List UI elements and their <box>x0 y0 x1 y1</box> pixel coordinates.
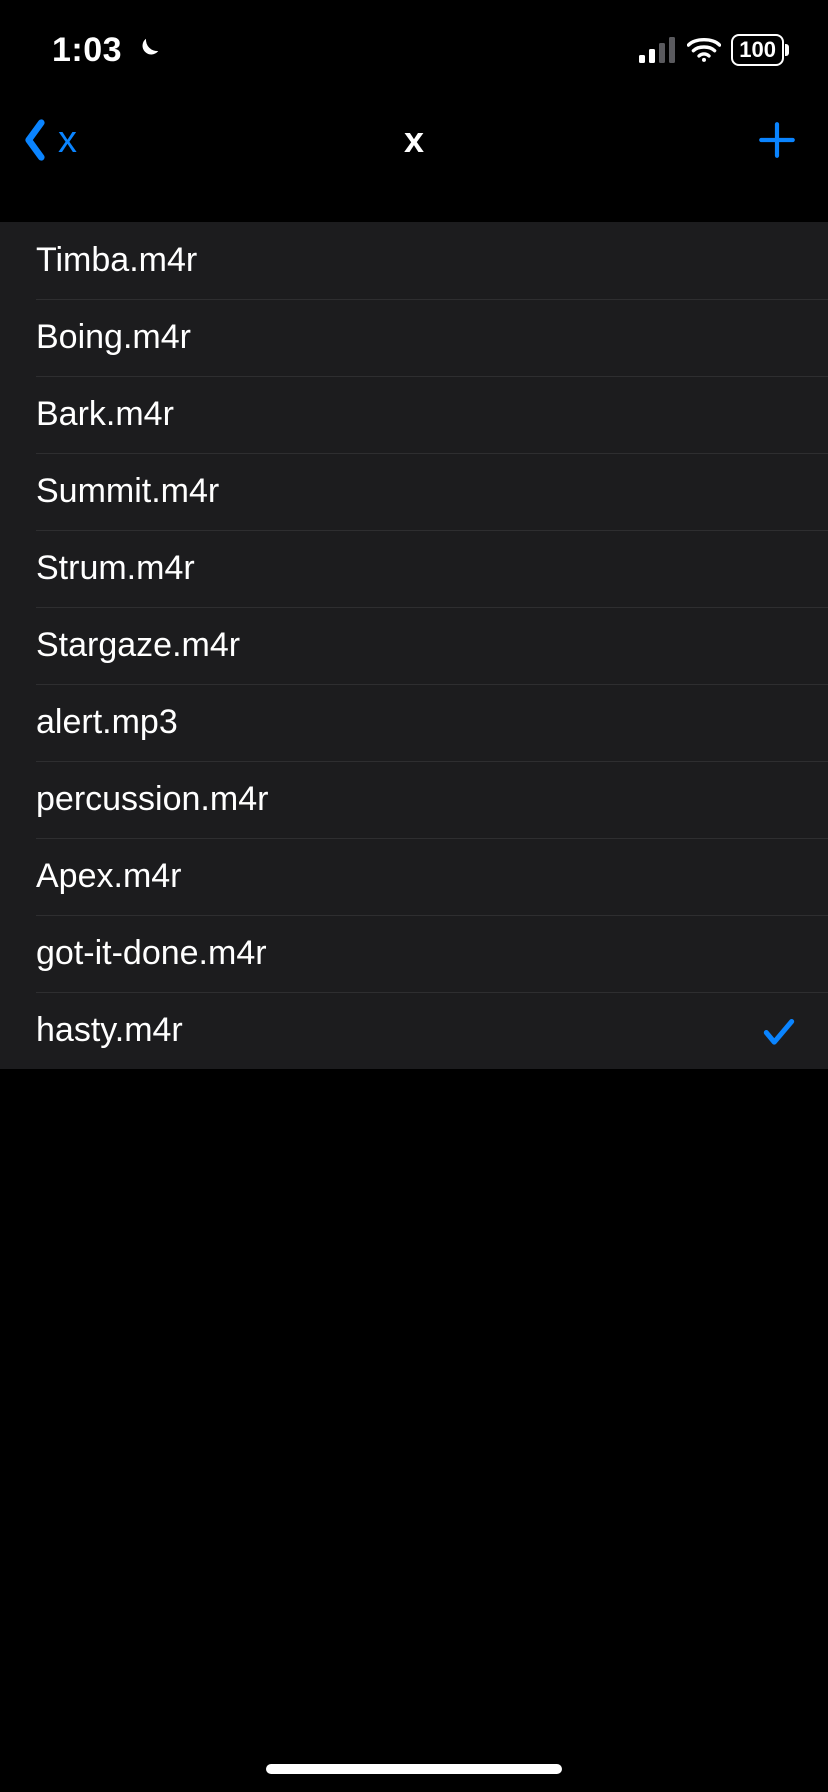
list-item-label: Strum.m4r <box>36 549 195 588</box>
moon-icon <box>132 35 162 65</box>
list-item[interactable]: percussion.m4r <box>0 761 828 838</box>
back-button[interactable]: x <box>20 118 77 162</box>
list-item-label: Boing.m4r <box>36 318 191 357</box>
list-item[interactable]: Summit.m4r <box>0 453 828 530</box>
checkmark-icon <box>760 1012 798 1050</box>
list-item[interactable]: alert.mp3 <box>0 684 828 761</box>
file-list: Timba.m4r Boing.m4r Bark.m4r Summit.m4r Stru… <box>0 222 828 1069</box>
battery-indicator: 100 <box>731 34 784 66</box>
status-time: 1:03 <box>52 31 122 70</box>
list-item[interactable]: Bark.m4r <box>0 376 828 453</box>
list-item-label: Stargaze.m4r <box>36 626 240 665</box>
status-bar: 1:03 100 <box>0 0 828 100</box>
list-item-label: Summit.m4r <box>36 472 219 511</box>
list-item[interactable]: got-it-done.m4r <box>0 915 828 992</box>
list-item[interactable]: Stargaze.m4r <box>0 607 828 684</box>
cellular-icon <box>639 37 677 63</box>
add-button[interactable] <box>756 119 798 161</box>
chevron-left-icon <box>20 118 50 162</box>
list-item-label: Apex.m4r <box>36 857 182 896</box>
list-item-label: Bark.m4r <box>36 395 174 434</box>
list-item[interactable]: Boing.m4r <box>0 299 828 376</box>
wifi-icon <box>687 37 721 63</box>
nav-bar: x x <box>0 100 828 180</box>
back-label: x <box>58 119 77 162</box>
list-item[interactable]: Timba.m4r <box>0 222 828 299</box>
list-item[interactable]: Apex.m4r <box>0 838 828 915</box>
battery-text: 100 <box>739 37 776 63</box>
home-indicator[interactable] <box>266 1764 562 1774</box>
list-item[interactable]: Strum.m4r <box>0 530 828 607</box>
list-item-label: hasty.m4r <box>36 1011 183 1050</box>
list-item-label: percussion.m4r <box>36 780 268 819</box>
plus-icon <box>756 119 798 161</box>
list-item-label: alert.mp3 <box>36 703 178 742</box>
page-title: x <box>0 119 828 161</box>
list-item[interactable]: hasty.m4r <box>0 992 828 1069</box>
list-item-label: Timba.m4r <box>36 241 197 280</box>
list-item-label: got-it-done.m4r <box>36 934 267 973</box>
